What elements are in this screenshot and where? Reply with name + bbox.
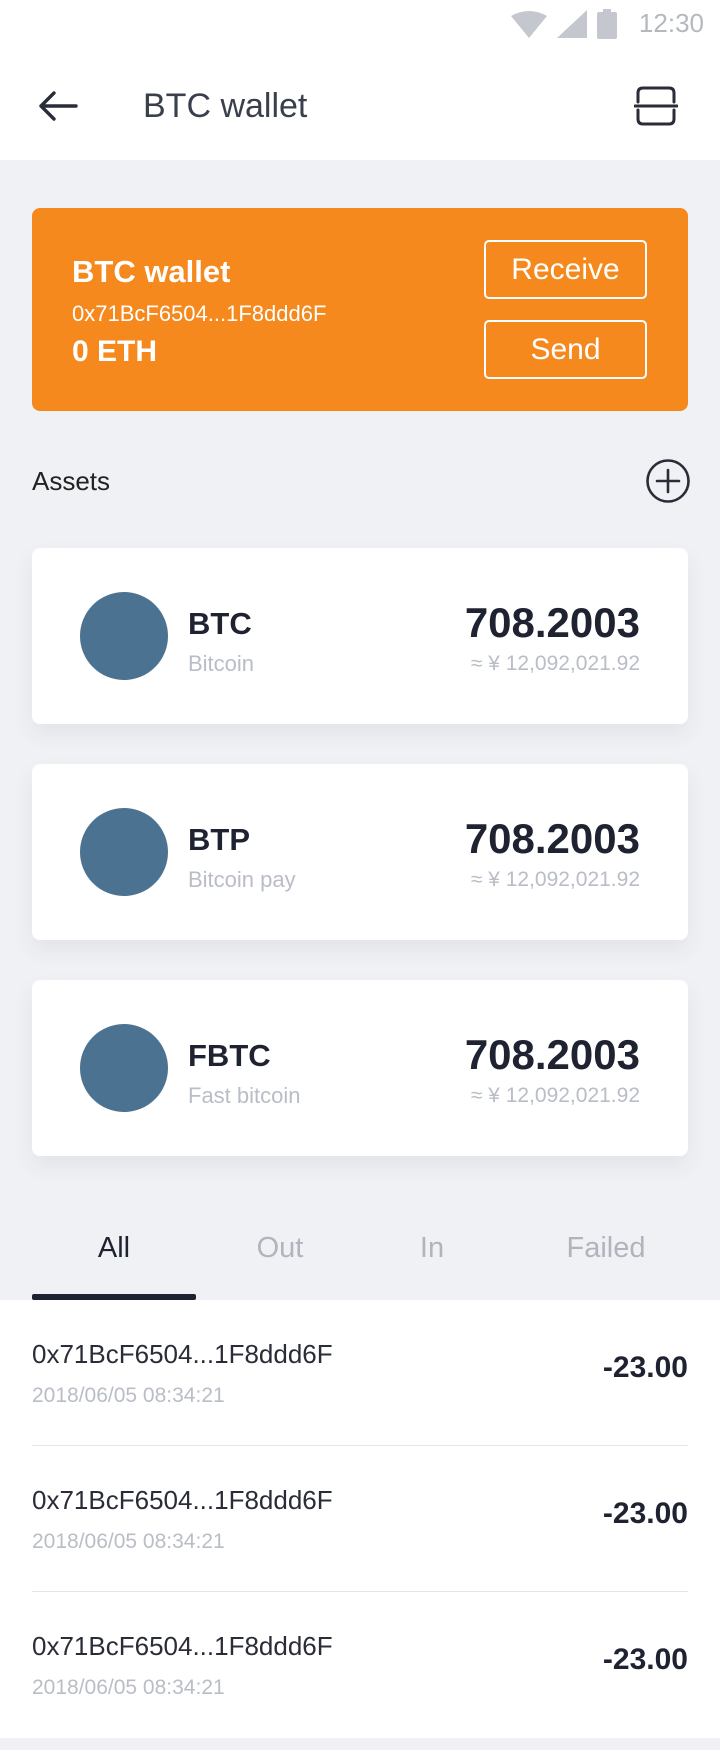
status-bar: 12:30 xyxy=(0,0,720,52)
transaction-address: 0x71BcF6504...1F8ddd6F xyxy=(32,1485,333,1515)
transaction-date: 2018/06/05 08:34:21 xyxy=(32,1530,225,1553)
asset-logo xyxy=(80,592,168,680)
asset-fiat-value: ≈ ¥ 12,092,021.92 xyxy=(470,868,640,891)
asset-card-btp[interactable]: BTP Bitcoin pay 708.2003 ≈ ¥ 12,092,021.… xyxy=(32,764,688,940)
asset-logo xyxy=(80,1024,168,1112)
tab-all[interactable]: All xyxy=(32,1230,196,1266)
battery-icon xyxy=(596,8,617,39)
wallet-card: BTC wallet 0x71BcF6504...1F8ddd6F 0 ETH … xyxy=(32,208,688,411)
asset-name: Bitcoin xyxy=(188,651,255,676)
transaction-list: 0x71BcF6504...1F8ddd6F 2018/06/05 08:34:… xyxy=(0,1300,720,1738)
wallet-balance: 0 ETH xyxy=(72,335,158,368)
transaction-amount: -23.00 xyxy=(602,1497,688,1530)
tab-out[interactable]: Out xyxy=(210,1230,350,1266)
transaction-row[interactable]: 0x71BcF6504...1F8ddd6F 2018/06/05 08:34:… xyxy=(32,1446,688,1592)
transaction-tabs: All Out In Failed xyxy=(0,1208,720,1300)
asset-name: Bitcoin pay xyxy=(188,867,296,892)
asset-name: Fast bitcoin xyxy=(188,1083,301,1108)
asset-symbol: BTP xyxy=(188,822,250,857)
transaction-address: 0x71BcF6504...1F8ddd6F xyxy=(32,1631,333,1661)
asset-fiat-value: ≈ ¥ 12,092,021.92 xyxy=(470,652,640,675)
status-icons: 12:30 xyxy=(510,8,704,39)
transaction-row[interactable]: 0x71BcF6504...1F8ddd6F 2018/06/05 08:34:… xyxy=(32,1300,688,1446)
page-title: BTC wallet xyxy=(143,87,308,125)
wallet-name: BTC wallet xyxy=(72,254,231,289)
asset-amount: 708.2003 xyxy=(464,599,640,646)
asset-logo xyxy=(80,808,168,896)
transaction-amount: -23.00 xyxy=(602,1351,688,1384)
tab-in[interactable]: In xyxy=(372,1230,492,1266)
status-time: 12:30 xyxy=(638,8,704,38)
receive-button[interactable]: Receive xyxy=(484,240,647,299)
transaction-row[interactable]: 0x71BcF6504...1F8ddd6F 2018/06/05 08:34:… xyxy=(32,1592,688,1738)
asset-card-fbtc[interactable]: FBTC Fast bitcoin 708.2003 ≈ ¥ 12,092,02… xyxy=(32,980,688,1156)
app-bar: BTC wallet xyxy=(0,52,720,160)
transaction-amount: -23.00 xyxy=(602,1643,688,1676)
plus-circle-icon[interactable] xyxy=(645,458,691,504)
asset-amount: 708.2003 xyxy=(464,1031,640,1078)
send-button[interactable]: Send xyxy=(484,320,647,379)
transaction-address: 0x71BcF6504...1F8ddd6F xyxy=(32,1339,333,1369)
signal-icon xyxy=(556,9,587,38)
wifi-icon xyxy=(510,10,547,38)
wallet-address: 0x71BcF6504...1F8ddd6F xyxy=(72,301,327,326)
back-arrow-icon[interactable] xyxy=(36,86,80,126)
assets-title: Assets xyxy=(32,466,111,496)
asset-amount: 708.2003 xyxy=(464,815,640,862)
scan-icon[interactable] xyxy=(634,84,678,128)
transaction-date: 2018/06/05 08:34:21 xyxy=(32,1676,225,1699)
asset-fiat-value: ≈ ¥ 12,092,021.92 xyxy=(470,1084,640,1107)
transaction-date: 2018/06/05 08:34:21 xyxy=(32,1384,225,1407)
asset-card-btc[interactable]: BTC Bitcoin 708.2003 ≈ ¥ 12,092,021.92 xyxy=(32,548,688,724)
asset-symbol: BTC xyxy=(188,606,252,641)
tab-failed[interactable]: Failed xyxy=(546,1230,666,1266)
asset-symbol: FBTC xyxy=(188,1038,271,1073)
